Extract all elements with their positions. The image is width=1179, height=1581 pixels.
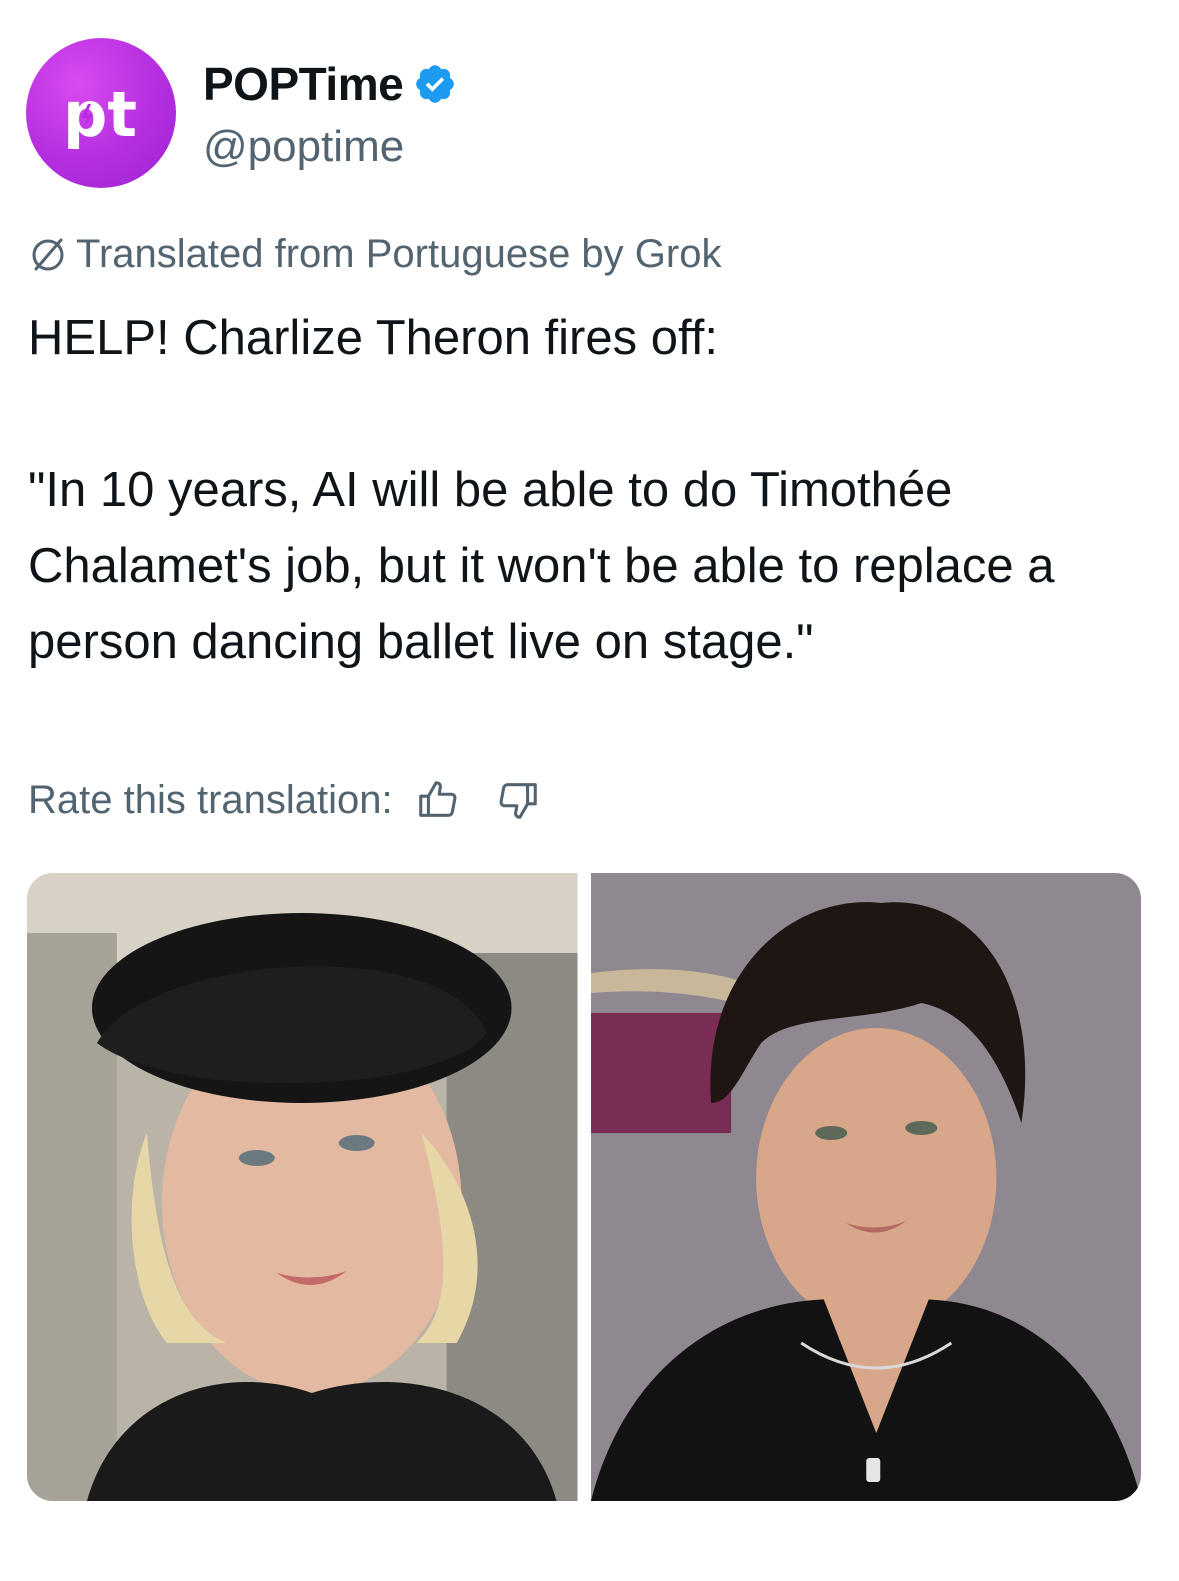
user-handle[interactable]: @poptime (203, 122, 404, 172)
translation-notice-text: Translated from Portuguese by Grok (76, 232, 722, 276)
translation-notice: Translated from Portuguese by Grok (28, 230, 721, 278)
avatar[interactable]: pt (26, 38, 176, 188)
rate-translation: Rate this translation: (28, 774, 541, 826)
timothee-photo-image (590, 873, 1141, 1501)
photo-charlize-theron[interactable] (27, 873, 578, 1501)
rate-translation-label: Rate this translation: (28, 778, 393, 822)
avatar-logo-text: pt (63, 78, 137, 151)
thumbs-down-icon[interactable] (495, 777, 541, 823)
display-name-text[interactable]: POPTime (203, 58, 404, 110)
globe-icon (32, 238, 64, 271)
media-grid (27, 873, 1141, 1501)
photo-timothee-chalamet[interactable] (590, 873, 1141, 1501)
thumbs-up-icon[interactable] (415, 777, 461, 823)
poptime-logo: pt (63, 78, 137, 151)
verified-badge-icon (416, 65, 454, 103)
tweet-text: HELP! Charlize Theron fires off: "In 10 … (28, 311, 1055, 669)
charlize-photo-image (27, 873, 578, 1501)
display-name[interactable]: POPTime (203, 58, 457, 110)
